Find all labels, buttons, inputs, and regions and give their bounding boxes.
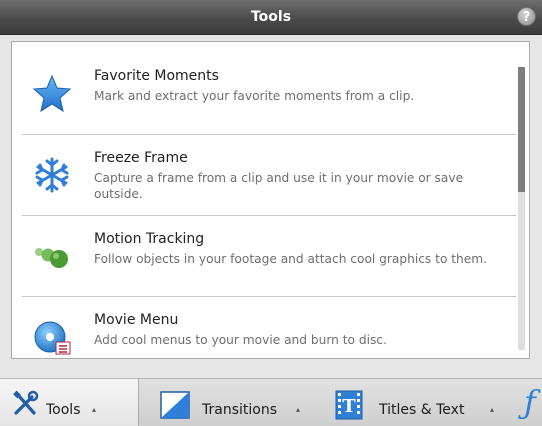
svg-text:T: T	[342, 396, 356, 417]
transition-icon	[160, 391, 190, 423]
tool-item-favorite-moments[interactable]: Favorite Moments Mark and extract your f…	[22, 53, 516, 134]
tab-transitions[interactable]: Transitions ▴	[140, 379, 318, 426]
tool-name: Favorite Moments	[94, 68, 219, 84]
tool-description: Add cool menus to your movie and burn to…	[94, 333, 387, 347]
tool-name: Movie Menu	[94, 312, 179, 328]
wrench-screwdriver-icon	[10, 389, 40, 423]
tool-description: Mark and extract your favorite moments f…	[94, 89, 415, 103]
scrollbar-track[interactable]	[518, 67, 525, 350]
tool-description: Follow objects in your footage and attac…	[94, 252, 488, 266]
tools-list-panel: Favorite Moments Mark and extract your f…	[11, 41, 530, 359]
tab-label: Transitions	[202, 402, 277, 418]
tool-name: Motion Tracking	[94, 231, 205, 247]
tool-item-movie-menu[interactable]: Movie Menu Add cool menus to your movie …	[22, 296, 516, 377]
help-button[interactable]: ?	[517, 7, 536, 26]
motion-tracking-icon	[32, 236, 72, 276]
snowflake-icon	[32, 155, 72, 195]
disc-menu-icon	[32, 317, 72, 357]
window-title: Tools	[250, 9, 292, 25]
tab-arrow-up-icon[interactable]: ▴	[92, 405, 96, 414]
tool-description: Capture a frame from a clip and use it i…	[94, 171, 464, 201]
tool-item-freeze-frame[interactable]: Freeze Frame Capture a frame from a clip…	[22, 134, 516, 215]
star-icon	[32, 73, 72, 113]
tool-name: Freeze Frame	[94, 150, 188, 166]
tab-arrow-up-icon[interactable]: ▴	[296, 405, 300, 414]
tab-arrow-up-icon[interactable]: ▴	[490, 405, 494, 414]
tab-label: Titles & Text	[379, 402, 465, 418]
tab-tools[interactable]: Tools ▴	[0, 379, 139, 426]
tab-label: Tools	[46, 402, 81, 418]
title-bar: Tools ?	[0, 0, 542, 35]
effects-fx-icon[interactable]: ƒ	[524, 383, 536, 421]
scrollbar-thumb[interactable]	[518, 67, 525, 192]
tab-titles-text[interactable]: T Titles & Text ▴	[318, 379, 514, 426]
tool-item-motion-tracking[interactable]: Motion Tracking Follow objects in your f…	[22, 215, 516, 296]
titles-text-icon: T	[335, 390, 363, 424]
bottom-tab-bar: Tools ▴ Transitions ▴ T Titles & Text ▴ …	[0, 378, 542, 426]
